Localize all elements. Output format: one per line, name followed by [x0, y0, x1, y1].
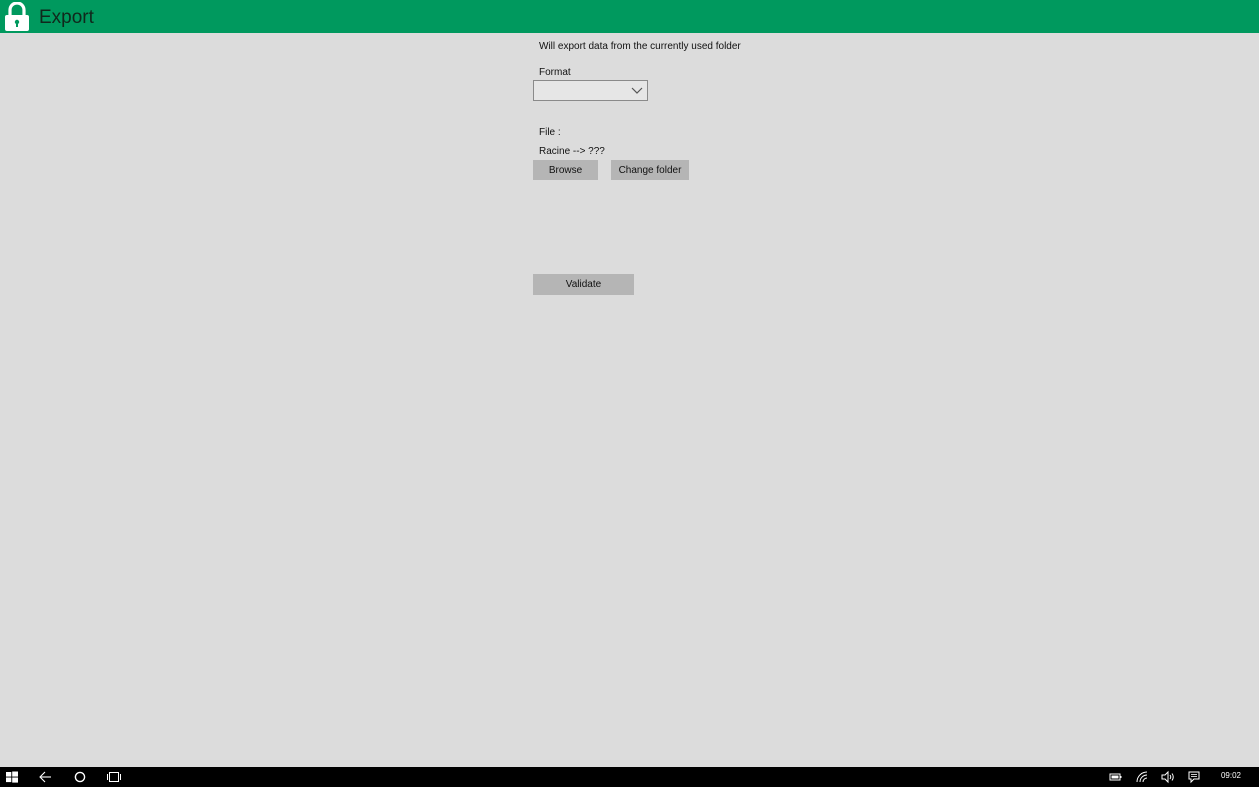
file-label: File :	[539, 127, 561, 138]
notifications-icon[interactable]	[1188, 770, 1200, 784]
battery-icon[interactable]	[1109, 770, 1122, 784]
format-label: Format	[539, 67, 571, 78]
window-title: Export	[39, 7, 94, 28]
export-page	[0, 33, 1259, 767]
cortana-circle-icon[interactable]	[74, 770, 86, 784]
back-arrow-icon[interactable]	[39, 770, 52, 784]
intro-text: Will export data from the currently used…	[539, 41, 741, 52]
task-view-icon[interactable]	[107, 770, 121, 784]
title-bar: Export	[0, 0, 1259, 33]
browse-button[interactable]: Browse	[533, 160, 598, 180]
path-text: Racine --> ???	[539, 146, 605, 157]
change-folder-button[interactable]: Change folder	[611, 160, 689, 180]
windows-start-icon[interactable]	[6, 770, 18, 784]
volume-icon[interactable]	[1161, 770, 1175, 784]
taskbar: 09:02	[0, 767, 1259, 787]
validate-button[interactable]: Validate	[533, 274, 634, 295]
format-dropdown[interactable]	[533, 80, 648, 101]
wifi-icon[interactable]	[1136, 770, 1149, 784]
taskbar-clock[interactable]: 09:02	[1221, 771, 1241, 780]
lock-icon	[5, 2, 29, 31]
chevron-down-icon	[631, 87, 643, 94]
